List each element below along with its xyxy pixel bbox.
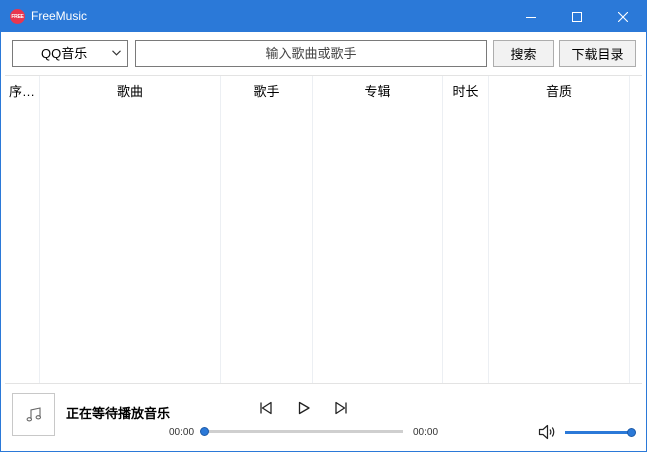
chevron-down-icon	[112, 50, 121, 56]
next-button[interactable]	[332, 399, 350, 417]
column-header-quality[interactable]: 音质	[489, 76, 629, 104]
play-icon	[298, 401, 310, 415]
skip-next-icon	[335, 401, 347, 415]
column-divider	[488, 76, 489, 383]
app-logo-text: FREE	[11, 13, 24, 20]
current-time: 00:00	[169, 427, 195, 438]
music-note-icon	[26, 406, 41, 421]
app-window: FREE FreeMusic QQ音乐 搜索	[0, 0, 647, 452]
search-input[interactable]	[135, 40, 487, 67]
play-button[interactable]	[295, 399, 313, 417]
volume-slider-thumb[interactable]	[627, 428, 636, 437]
toolbar: QQ音乐 搜索 下载目录	[1, 32, 646, 74]
download-directory-button[interactable]: 下载目录	[559, 40, 636, 67]
previous-button[interactable]	[257, 399, 275, 417]
column-divider	[220, 76, 221, 383]
column-divider	[39, 76, 40, 383]
column-header-song[interactable]: 歌曲	[40, 76, 220, 104]
minimize-icon	[526, 16, 536, 18]
app-logo-icon: FREE	[10, 9, 25, 24]
maximize-icon	[572, 11, 582, 22]
volume-button[interactable]	[538, 423, 558, 441]
window-title: FreeMusic	[31, 9, 88, 23]
column-divider	[629, 76, 630, 383]
close-button[interactable]	[600, 1, 646, 32]
column-divider	[312, 76, 313, 383]
column-header-index[interactable]: 序…	[5, 76, 39, 104]
player-bar: 正在等待播放音乐 00:00 00:00	[1, 385, 646, 451]
song-table[interactable]: 序… 歌曲 歌手 专辑 时长 音质	[5, 75, 642, 384]
column-header-artist[interactable]: 歌手	[221, 76, 312, 104]
minimize-button[interactable]	[508, 1, 554, 32]
column-header-album[interactable]: 专辑	[313, 76, 442, 104]
now-playing-status: 正在等待播放音乐	[66, 406, 171, 421]
progress-slider-thumb[interactable]	[200, 427, 209, 436]
total-time: 00:00	[413, 427, 439, 438]
music-source-value: QQ音乐	[41, 46, 88, 61]
progress-slider[interactable]	[205, 430, 403, 433]
maximize-button[interactable]	[554, 1, 600, 32]
column-header-duration[interactable]: 时长	[443, 76, 488, 104]
volume-icon	[538, 424, 555, 440]
skip-previous-icon	[260, 401, 272, 415]
search-button[interactable]: 搜索	[493, 40, 554, 67]
column-divider	[442, 76, 443, 383]
close-icon	[618, 11, 628, 22]
album-cover	[12, 393, 55, 436]
music-source-select[interactable]: QQ音乐	[12, 40, 128, 67]
title-bar[interactable]: FREE FreeMusic	[1, 1, 646, 32]
volume-slider[interactable]	[565, 431, 631, 434]
